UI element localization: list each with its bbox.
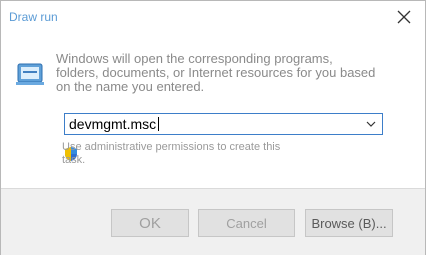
ok-button-label: OK [139, 214, 161, 232]
ok-button[interactable]: OK [111, 209, 189, 237]
admin-permissions-note: Use administrative permissions to create… [62, 141, 281, 166]
run-dialog: Draw run Windows will open the correspon… [0, 0, 426, 255]
chevron-down-icon [366, 121, 376, 127]
open-input[interactable] [65, 114, 359, 134]
close-icon [397, 10, 411, 24]
dialog-footer: OK Cancel Browse (B)... [1, 188, 425, 255]
run-description: Windows will open the corresponding prog… [56, 51, 376, 94]
text-caret [158, 117, 159, 131]
window-title: Draw run [9, 10, 58, 24]
run-icon [16, 63, 44, 85]
dropdown-button[interactable] [362, 114, 380, 134]
cancel-button-label: Cancel [226, 215, 267, 231]
open-combobox[interactable] [64, 113, 383, 135]
title-bar[interactable]: Draw run [1, 1, 425, 33]
browse-button[interactable]: Browse (B)... [305, 209, 393, 237]
browse-button-label: Browse (B)... [311, 215, 387, 231]
close-button[interactable] [387, 1, 421, 33]
cancel-button[interactable]: Cancel [198, 209, 295, 237]
